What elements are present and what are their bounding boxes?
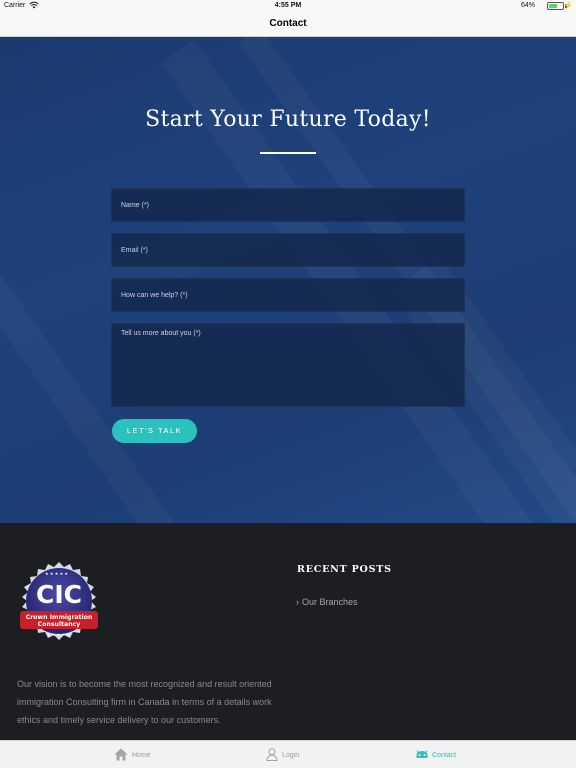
battery-percent: 64%	[520, 2, 535, 9]
battery-fill	[549, 4, 557, 8]
name-input[interactable]: Name (*)	[111, 188, 465, 222]
headline-divider	[260, 152, 316, 154]
tab-contact-label: Contact	[432, 751, 457, 759]
logo-text: CIC	[36, 580, 82, 609]
email-placeholder: Email (*)	[121, 247, 148, 254]
logo-tagline-2: Consultancy	[38, 621, 81, 628]
lets-talk-button[interactable]: LET'S TALK	[112, 419, 197, 443]
footer: ★ ★ ★ ★ ★ CIC Crown Immigration Consulta…	[0, 523, 576, 740]
logo-tagline-1: Crown Immigration	[26, 614, 93, 621]
contact-hero: Start Your Future Today! Name (*) Email …	[0, 37, 576, 523]
status-time: 4:55 PM	[274, 2, 302, 9]
tab-home[interactable]: Home	[114, 741, 151, 768]
contact-icon	[416, 749, 432, 761]
email-input[interactable]: Email (*)	[111, 233, 465, 267]
svg-text:★ ★ ★ ★ ★: ★ ★ ★ ★ ★	[45, 571, 68, 576]
chevron-right-icon: ›	[296, 597, 299, 607]
home-icon	[114, 748, 132, 763]
about-textarea[interactable]: Tell us more about you (*)	[111, 323, 465, 407]
tab-home-label: Home	[132, 751, 151, 759]
tab-login[interactable]: Login	[266, 741, 299, 768]
vision-text: Our vision is to become the most recogni…	[17, 679, 272, 725]
recent-post-label: Our Branches	[302, 597, 358, 607]
recent-posts-title: RECENT POSTS	[297, 564, 392, 575]
help-placeholder: How can we help? (*)	[121, 292, 188, 299]
name-placeholder: Name (*)	[121, 202, 150, 209]
hero-headline: Start Your Future Today!	[145, 107, 431, 132]
nav-title: Contact	[269, 18, 307, 29]
tab-login-label: Login	[282, 751, 300, 759]
help-input[interactable]: How can we help? (*)	[111, 278, 465, 312]
tab-contact[interactable]: Contact	[416, 741, 456, 768]
charging-icon: ⚡	[563, 1, 573, 10]
user-icon	[266, 747, 282, 763]
battery-icon	[547, 2, 564, 10]
tab-bar: Home Login Contact	[0, 740, 576, 768]
navigation-bar: Contact	[0, 12, 576, 37]
svg-text:★ ★ ★ ★ ★: ★ ★ ★ ★ ★	[47, 632, 70, 637]
recent-post-link[interactable]: › Our Branches	[296, 597, 358, 607]
about-placeholder: Tell us more about you (*)	[121, 330, 201, 337]
cic-logo: ★ ★ ★ ★ ★ CIC Crown Immigration Consulta…	[16, 561, 102, 647]
status-bar: Carrier 4:55 PM 64% ⚡	[0, 0, 576, 12]
